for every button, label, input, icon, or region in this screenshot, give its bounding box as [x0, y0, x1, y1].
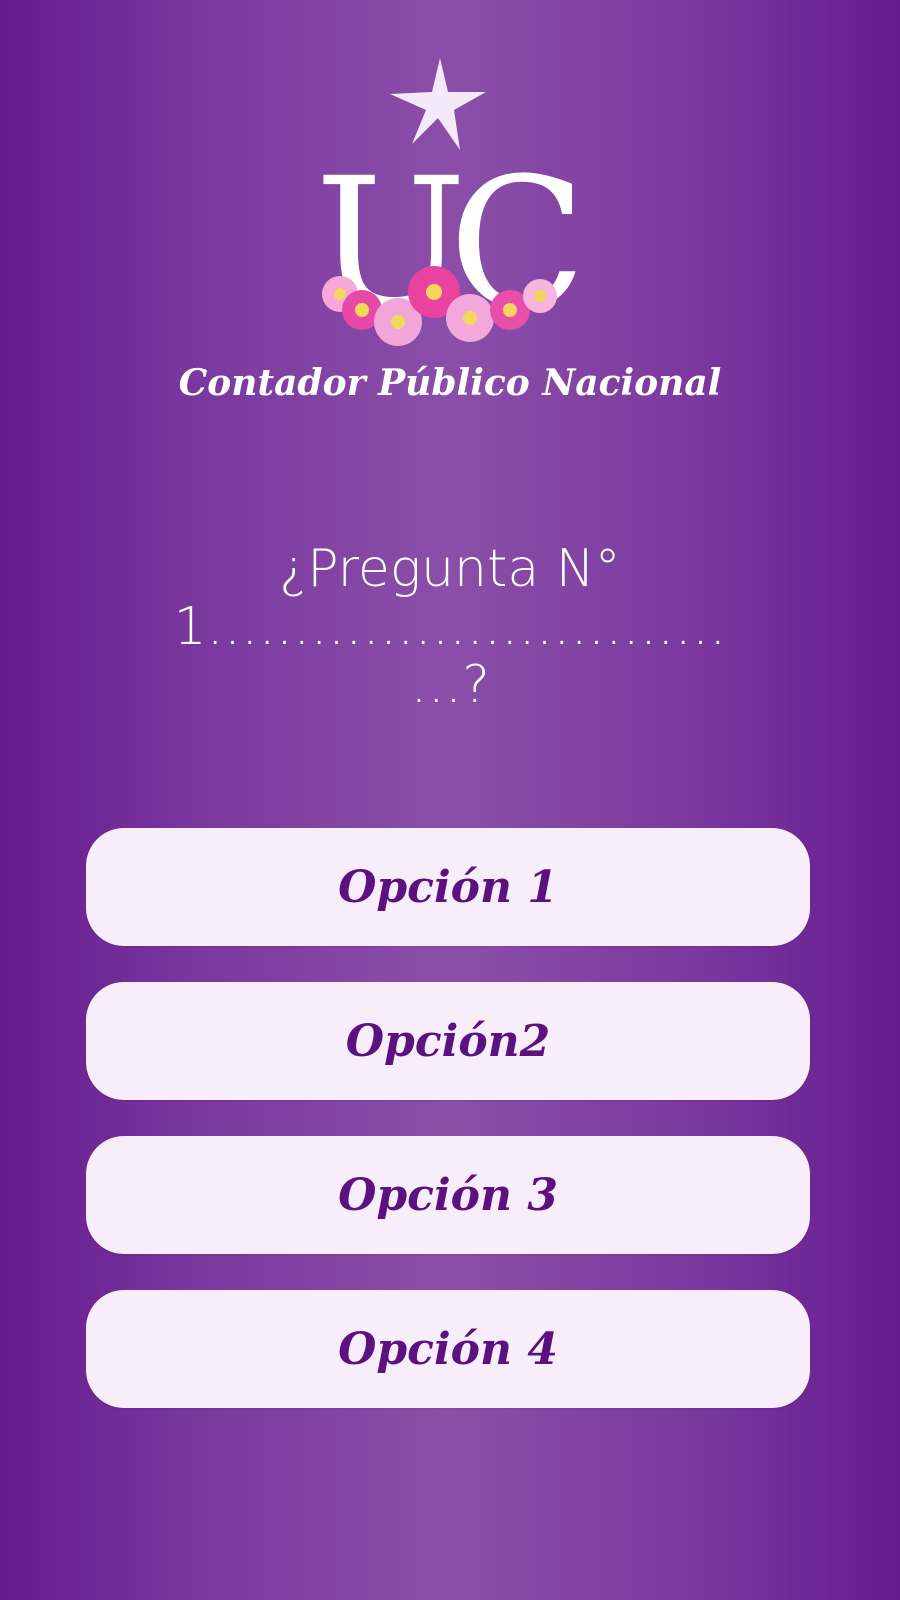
question-text: ¿Pregunta N° 1……………………………?: [173, 539, 727, 715]
logo-caption: Contador Público Nacional: [178, 362, 722, 404]
logo: UC Contador Público Nacional: [0, 0, 900, 420]
flowers-icon: [322, 266, 557, 346]
option-3-button[interactable]: Opción 3: [86, 1136, 810, 1254]
options-list: Opción 1 Opción2 Opción 3 Opción 4: [86, 828, 810, 1444]
option-2-button[interactable]: Opción2: [86, 982, 810, 1100]
option-4-button[interactable]: Opción 4: [86, 1290, 810, 1408]
option-1-button[interactable]: Opción 1: [86, 828, 810, 946]
